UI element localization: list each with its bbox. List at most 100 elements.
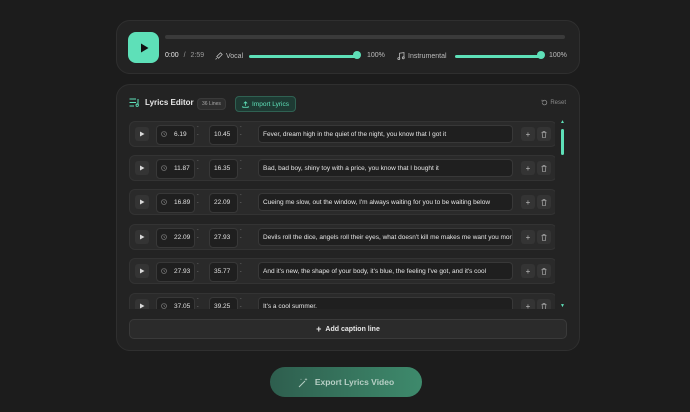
start-time-stepper[interactable]: ⌃ ⌄ [196,262,199,274]
delete-line-button[interactable] [537,195,551,209]
delete-line-button[interactable] [537,299,551,309]
caption-text-input[interactable]: And it's new, the shape of your body, it… [258,262,513,280]
clock-icon [161,165,167,171]
play-icon [140,131,145,137]
editor-title-text: Lyrics Editor [145,98,194,107]
trash-icon [541,198,547,206]
start-time-field[interactable]: 6.19 [156,125,195,145]
vocal-value: 100% [367,52,385,59]
import-lyrics-label: Import Lyrics [252,100,289,108]
caption-row: 22.09 ⌃ ⌄ 27.93 ⌃ ⌄ Devils roll the dice, … [129,224,555,250]
trash-icon [541,130,547,138]
vocal-label: Vocal [215,52,243,60]
plus-icon: + [525,129,531,139]
start-time-field[interactable]: 11.87 [156,159,195,179]
end-time-field[interactable]: 35.77 [209,262,238,282]
export-lyrics-video-button[interactable]: Export Lyrics Video [270,367,422,397]
end-time-field[interactable]: 16.35 [209,159,238,179]
reset-label: Reset [550,99,566,106]
end-time-stepper[interactable]: ⌃ ⌄ [239,159,242,171]
import-lyrics-button[interactable]: Import Lyrics [235,96,296,112]
insert-line-button[interactable]: + [521,299,535,309]
start-time-stepper[interactable]: ⌃ ⌄ [196,159,199,171]
start-time-field[interactable]: 27.93 [156,262,195,282]
end-time-value: 10.45 [214,131,231,138]
end-time-stepper[interactable]: ⌃ ⌄ [239,193,242,205]
clock-icon [161,303,167,309]
row-play-button[interactable] [135,230,149,244]
row-play-button[interactable] [135,299,149,309]
play-button[interactable] [128,32,159,63]
lyrics-list-icon [129,98,139,107]
time-separator: / [183,52,186,59]
row-play-button[interactable] [135,264,149,278]
start-time-field[interactable]: 37.05 [156,297,195,309]
start-time-field[interactable]: 16.89 [156,193,195,213]
end-time-value: 16.35 [214,165,231,172]
caption-text-input[interactable]: Devils roll the dice, angels roll their … [258,228,513,246]
caption-row: 37.05 ⌃ ⌄ 39.25 ⌃ ⌄ It's a cool summer. + [129,293,555,309]
row-play-button[interactable] [135,195,149,209]
instrumental-slider-handle[interactable] [537,51,545,59]
delete-line-button[interactable] [537,161,551,175]
insert-line-button[interactable]: + [521,264,535,278]
play-icon [140,268,145,274]
caption-text-input[interactable]: It's a cool summer. [258,297,513,309]
clock-icon [161,268,167,274]
instrumental-value: 100% [549,52,567,59]
play-icon [140,165,145,171]
caption-list[interactable]: 6.19 ⌃ ⌄ 10.45 ⌃ ⌄ Fever, dream high in th… [129,121,555,309]
start-time-value: 22.09 [174,234,191,241]
end-time-stepper[interactable]: ⌃ ⌄ [239,228,242,240]
start-time-stepper[interactable]: ⌃ ⌄ [196,125,199,137]
end-time-field[interactable]: 10.45 [209,125,238,145]
scroll-up-arrow[interactable]: ▲ [560,119,565,125]
caption-row: 6.19 ⌃ ⌄ 10.45 ⌃ ⌄ Fever, dream high in th… [129,121,555,147]
progress-bar[interactable] [165,35,565,39]
start-time-field[interactable]: 22.09 [156,228,195,248]
caption-text-input[interactable]: Cueing me slow, out the window, I'm alwa… [258,193,513,211]
vocal-slider-handle[interactable] [353,51,361,59]
duration: 2:59 [190,52,205,59]
delete-line-button[interactable] [537,230,551,244]
plus-icon: + [525,232,531,242]
upload-icon [242,100,249,108]
start-time-value: 37.05 [174,303,191,309]
delete-line-button[interactable] [537,264,551,278]
row-play-button[interactable] [135,127,149,141]
end-time-stepper[interactable]: ⌃ ⌄ [239,262,242,274]
caption-text-input[interactable]: Bad, bad boy, shiny toy with a price, yo… [258,159,513,177]
vocal-slider[interactable] [249,55,357,58]
scroll-down-arrow[interactable]: ▼ [560,303,565,309]
add-caption-line-button[interactable]: + Add caption line [129,319,567,339]
clock-icon [161,234,167,240]
lines-badge: 36 Lines [197,98,226,110]
music-note-icon [397,52,405,60]
start-time-value: 11.87 [174,165,190,172]
end-time-field[interactable]: 39.25 [209,297,238,309]
insert-line-button[interactable]: + [521,230,535,244]
insert-line-button[interactable]: + [521,161,535,175]
clock-icon [161,131,167,137]
audio-player: 0:00 / 2:59 Vocal 100% Instrumental 100% [116,20,580,74]
start-time-value: 16.89 [174,199,191,206]
play-icon [140,303,145,309]
end-time-field[interactable]: 27.93 [209,228,238,248]
start-time-stepper[interactable]: ⌃ ⌄ [196,228,199,240]
end-time-value: 27.93 [214,234,231,241]
start-time-stepper[interactable]: ⌃ ⌄ [196,297,199,309]
play-icon [140,199,145,205]
scrollbar-thumb[interactable] [561,129,564,155]
delete-line-button[interactable] [537,127,551,141]
start-time-stepper[interactable]: ⌃ ⌄ [196,193,199,205]
end-time-stepper[interactable]: ⌃ ⌄ [239,297,242,309]
end-time-stepper[interactable]: ⌃ ⌄ [239,125,242,137]
caption-text-input[interactable]: Fever, dream high in the quiet of the ni… [258,125,513,143]
row-play-button[interactable] [135,161,149,175]
end-time-field[interactable]: 22.09 [209,193,238,213]
instrumental-slider[interactable] [455,55,543,58]
insert-line-button[interactable]: + [521,195,535,209]
reset-button[interactable]: Reset [541,99,566,106]
trash-icon [541,267,547,275]
insert-line-button[interactable]: + [521,127,535,141]
